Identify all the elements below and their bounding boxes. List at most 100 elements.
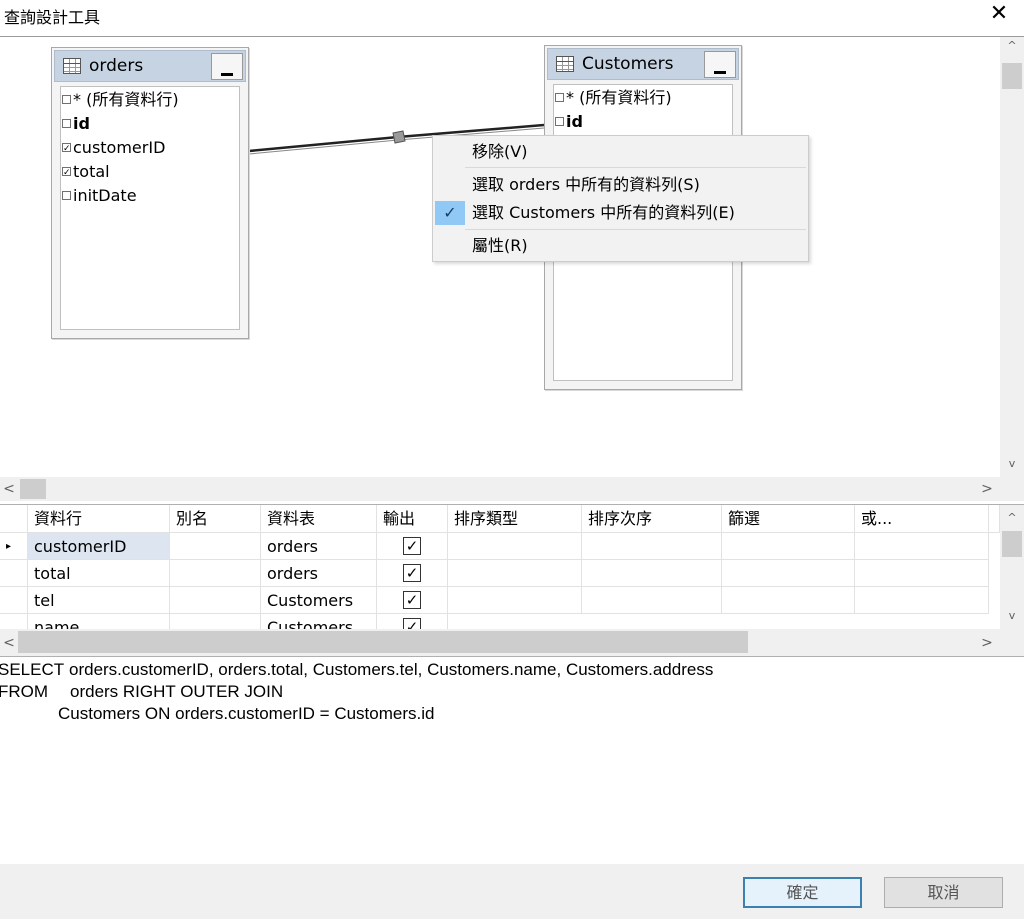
scroll-thumb[interactable] [1002, 63, 1022, 89]
ok-button[interactable]: 確定 [743, 877, 862, 908]
sql-line-from[interactable]: orders RIGHT OUTER JOIN [70, 682, 283, 702]
row-indicator[interactable] [0, 587, 28, 614]
scroll-thumb[interactable] [1002, 531, 1022, 557]
scroll-thumb[interactable] [20, 479, 46, 499]
table-row-cell[interactable] [722, 533, 855, 560]
scroll-thumb[interactable] [18, 631, 748, 653]
scroll-down-icon[interactable]: v [1000, 457, 1024, 475]
grid-vertical-scrollbar[interactable]: ^ v [1000, 505, 1024, 629]
grid-header-column[interactable]: 資料行 [28, 505, 170, 533]
table-row-cell[interactable]: ✓ [377, 587, 448, 614]
menu-item-label: 選取 orders 中所有的資料列(S) [472, 175, 700, 194]
output-checkbox[interactable]: ✓ [403, 564, 421, 582]
table-row-cell[interactable] [170, 533, 261, 560]
table-box-orders[interactable]: orders * (所有資料行) id customerID total ini… [51, 47, 249, 339]
grid-horizontal-scrollbar[interactable]: < > [0, 629, 1024, 656]
minimize-icon[interactable] [704, 51, 736, 78]
menu-item-label: 移除(V) [472, 142, 528, 161]
scroll-left-icon[interactable]: < [0, 481, 18, 499]
column-item[interactable]: total [62, 161, 110, 184]
table-row-cell[interactable] [582, 560, 722, 587]
output-checkbox[interactable]: ✓ [403, 537, 421, 555]
scroll-right-icon[interactable]: > [978, 481, 996, 499]
table-row-cell[interactable] [448, 587, 582, 614]
column-label: customerID [73, 138, 166, 157]
table-row-cell[interactable] [722, 587, 855, 614]
table-row-cell[interactable] [855, 560, 989, 587]
checkbox-icon[interactable] [62, 95, 71, 104]
column-list[interactable]: * (所有資料行) id customerID total initDate [60, 86, 240, 330]
table-row-cell[interactable]: orders [261, 533, 377, 560]
menu-separator [465, 229, 806, 230]
context-menu[interactable]: 移除(V) 選取 orders 中所有的資料列(S) ✓ 選取 Customers… [432, 135, 809, 262]
grid-header-filter[interactable]: 篩選 [722, 505, 855, 533]
sql-line-join[interactable]: Customers ON orders.customerID = Custome… [58, 704, 434, 724]
row-indicator[interactable] [0, 560, 28, 587]
column-item[interactable]: * (所有資料行) [62, 89, 179, 111]
table-row-cell[interactable]: ✓ [377, 560, 448, 587]
table-row-cell[interactable]: orders [261, 560, 377, 587]
sql-keyword-from: FROM [0, 682, 49, 701]
scroll-up-icon[interactable]: ^ [1000, 39, 1024, 57]
column-item[interactable]: initDate [62, 185, 137, 207]
table-row-cell[interactable] [448, 533, 582, 560]
table-header[interactable]: Customers [547, 48, 739, 80]
column-label: * (所有資料行) [73, 90, 179, 109]
column-item[interactable]: customerID [62, 137, 166, 160]
column-item[interactable]: id [62, 113, 90, 135]
column-item[interactable]: id [555, 111, 583, 133]
checkbox-icon[interactable] [62, 119, 71, 128]
table-row-cell[interactable]: total [28, 560, 170, 587]
menu-item-select-all-orders[interactable]: 選取 orders 中所有的資料列(S) [433, 171, 808, 199]
sql-line-select[interactable]: orders.customerID, orders.total, Custome… [69, 660, 713, 680]
table-row-cell[interactable] [722, 560, 855, 587]
checkbox-icon[interactable] [62, 138, 71, 160]
column-label: * (所有資料行) [566, 88, 672, 107]
cancel-button[interactable]: 取消 [884, 877, 1003, 908]
table-row-cell[interactable] [855, 587, 989, 614]
grid-header-sort-type[interactable]: 排序類型 [448, 505, 582, 533]
table-row-cell[interactable]: ✓ [377, 533, 448, 560]
column-label: initDate [73, 186, 137, 205]
diagram-horizontal-scrollbar[interactable]: < > [0, 477, 1000, 501]
menu-item-select-all-customers[interactable]: ✓ 選取 Customers 中所有的資料列(E) [433, 199, 808, 227]
table-row-cell[interactable] [582, 533, 722, 560]
diagram-vertical-scrollbar[interactable]: ^ v [1000, 37, 1024, 477]
close-icon[interactable]: ✕ [982, 0, 1016, 30]
column-item[interactable]: * (所有資料行) [555, 87, 672, 109]
grid-header-sort-order[interactable]: 排序次序 [582, 505, 722, 533]
column-label: total [73, 162, 110, 181]
grid-header-table[interactable]: 資料表 [261, 505, 377, 533]
table-row-cell[interactable]: tel [28, 587, 170, 614]
criteria-grid[interactable]: 資料行 別名 資料表 輸出 排序類型 排序次序 篩選 或... ▸ custom… [0, 504, 1024, 656]
table-header[interactable]: orders [54, 50, 246, 82]
checkmark-icon: ✓ [435, 201, 465, 225]
minimize-icon[interactable] [211, 53, 243, 80]
table-row-cell[interactable] [448, 560, 582, 587]
scroll-down-icon[interactable]: v [1000, 609, 1024, 625]
grid-header-or[interactable]: 或... [855, 505, 989, 533]
checkbox-icon[interactable] [62, 191, 71, 200]
grid-header-output[interactable]: 輸出 [377, 505, 448, 533]
menu-separator [465, 167, 806, 168]
table-row-cell[interactable] [170, 560, 261, 587]
checkbox-icon[interactable] [555, 93, 564, 102]
grid-header-alias[interactable]: 別名 [170, 505, 261, 533]
table-row-cell[interactable] [582, 587, 722, 614]
menu-item-properties[interactable]: 屬性(R) [433, 232, 808, 260]
menu-item-label: 屬性(R) [472, 236, 528, 255]
column-label: id [566, 112, 583, 131]
table-row-cell[interactable]: Customers [261, 587, 377, 614]
menu-item-remove[interactable]: 移除(V) [433, 138, 808, 166]
table-row-cell[interactable] [855, 533, 989, 560]
checkbox-icon[interactable] [62, 162, 71, 184]
checkbox-icon[interactable] [555, 117, 564, 126]
output-checkbox[interactable]: ✓ [403, 591, 421, 609]
row-indicator-icon[interactable]: ▸ [0, 533, 28, 560]
scroll-up-icon[interactable]: ^ [1000, 511, 1024, 527]
table-row-cell[interactable] [170, 587, 261, 614]
table-row-cell[interactable]: customerID [28, 533, 170, 560]
scroll-left-icon[interactable]: < [0, 635, 18, 653]
scroll-right-icon[interactable]: > [978, 635, 996, 653]
sql-pane[interactable]: SELECT orders.customerID, orders.total, … [0, 656, 1024, 864]
